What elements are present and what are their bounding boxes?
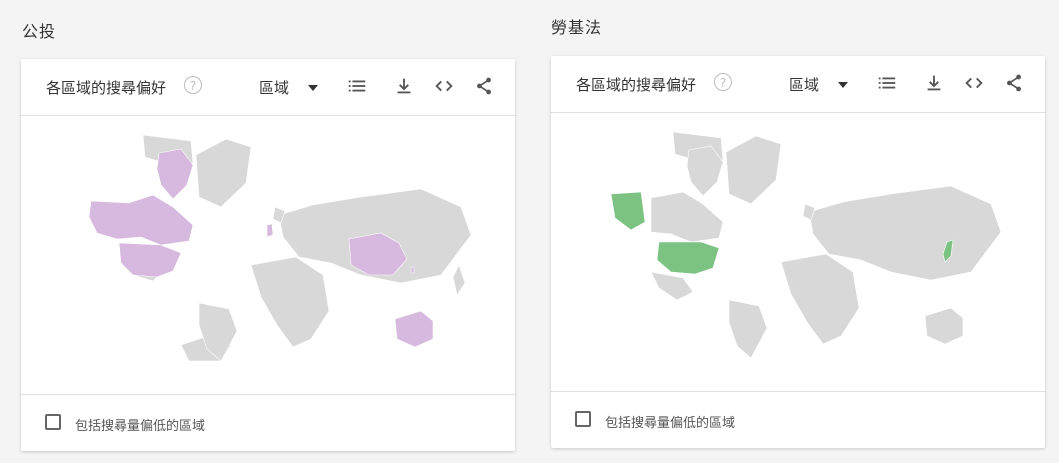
list-icon[interactable]: [876, 72, 898, 94]
term-title: 勞基法: [551, 18, 603, 37]
region-australia: [394, 310, 434, 348]
card-title: 各區域的搜尋偏好: [46, 79, 167, 97]
low-volume-checkbox[interactable]: [575, 411, 591, 427]
help-icon[interactable]: ?: [714, 73, 732, 91]
low-volume-label: 包括搜尋量偏低的區域: [605, 416, 736, 431]
download-icon[interactable]: [923, 72, 945, 94]
low-volume-checkbox[interactable]: [45, 414, 61, 430]
region-taiwan: [410, 266, 415, 274]
card-title: 各區域的搜尋偏好: [576, 76, 697, 94]
download-icon[interactable]: [393, 75, 415, 97]
region-united-kingdom: [266, 223, 274, 238]
card-header: 各區域的搜尋偏好 ? 區域: [21, 59, 515, 116]
region-united-states: [118, 242, 182, 278]
card-footer: 包括搜尋量偏低的區域: [21, 394, 515, 451]
list-icon[interactable]: [346, 75, 368, 97]
embed-icon[interactable]: [433, 75, 455, 97]
world-map: [88, 134, 472, 362]
card-footer: 包括搜尋量偏低的區域: [551, 391, 1045, 448]
caret-down-icon[interactable]: [838, 82, 848, 88]
share-icon[interactable]: [1003, 72, 1025, 94]
low-volume-label: 包括搜尋量偏低的區域: [75, 419, 206, 434]
embed-icon[interactable]: [963, 72, 985, 94]
share-icon[interactable]: [473, 75, 495, 97]
term-title: 公投: [22, 22, 57, 41]
card-header: 各區域的搜尋偏好 ? 區域: [551, 56, 1045, 113]
caret-down-icon[interactable]: [308, 85, 318, 91]
region-interest-card: 各區域的搜尋偏好 ? 區域 包括搜尋量偏低的區域: [551, 56, 1045, 448]
region-canada: [88, 194, 194, 246]
column-right: 勞基法 各區域的搜尋偏好 ? 區域 包括搜尋量偏低的區域: [530, 0, 1059, 463]
region-alaska: [610, 191, 646, 231]
world-map: [610, 131, 1002, 359]
map-highlighted-regions: [88, 148, 434, 348]
resolution-select[interactable]: 區域: [259, 77, 289, 98]
region-united-states: [656, 241, 720, 275]
help-icon[interactable]: ?: [184, 76, 202, 94]
resolution-select[interactable]: 區域: [789, 74, 819, 95]
region-interest-card: 各區域的搜尋偏好 ? 區域 包括搜尋量偏低的區域: [21, 59, 515, 451]
column-left: 公投 各區域的搜尋偏好 ? 區域 包括搜尋量偏低的區域: [0, 0, 530, 463]
